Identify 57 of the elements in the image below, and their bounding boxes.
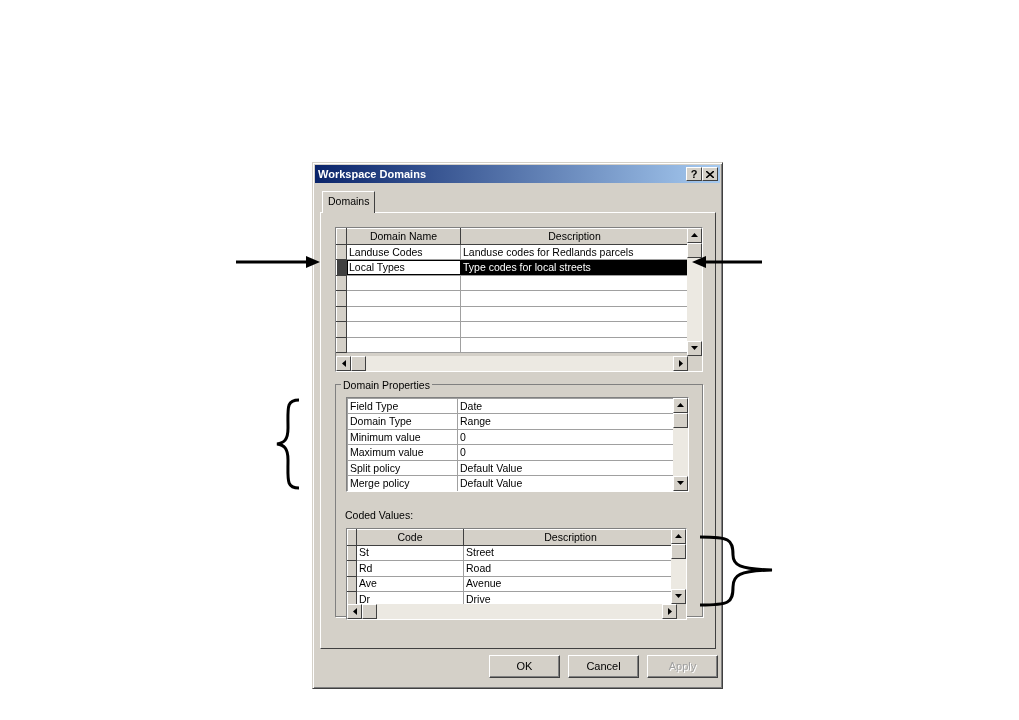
row-header[interactable] xyxy=(347,529,357,545)
table-cell: Rd xyxy=(356,560,464,576)
row-header[interactable] xyxy=(336,244,347,260)
window-title: Workspace Domains xyxy=(318,166,426,182)
dialog-button[interactable]: Cancel xyxy=(568,654,639,678)
close-icon xyxy=(706,170,714,178)
table-cell: Field Type xyxy=(347,398,458,414)
row-header[interactable] xyxy=(336,275,347,291)
scroll-down-button[interactable] xyxy=(673,475,688,491)
row-header[interactable] xyxy=(347,560,357,576)
vertical-scrollbar[interactable] xyxy=(673,397,688,491)
down-arrow-icon xyxy=(691,346,698,351)
scroll-down-button[interactable] xyxy=(687,340,702,356)
row-header[interactable] xyxy=(336,306,347,322)
down-arrow-icon xyxy=(677,481,684,486)
scroll-up-button[interactable] xyxy=(673,397,688,413)
column-header[interactable]: Code xyxy=(356,529,464,545)
scroll-up-button[interactable] xyxy=(671,528,686,544)
table-cell: Split policy xyxy=(347,460,458,476)
pointer-arrow xyxy=(692,255,762,269)
row-header[interactable] xyxy=(347,545,357,561)
left-arrow-icon xyxy=(352,607,357,615)
column-header[interactable]: Description xyxy=(460,228,687,245)
left-arrow-icon xyxy=(341,359,346,367)
up-arrow-icon xyxy=(691,233,698,238)
table-cell: Ave xyxy=(356,576,464,592)
scroll-down-button[interactable] xyxy=(671,588,686,604)
table-cell: Domain Type xyxy=(347,413,458,430)
table-cell: St xyxy=(356,545,464,561)
row-header[interactable] xyxy=(336,337,347,353)
row-header[interactable] xyxy=(336,259,347,276)
down-arrow-icon xyxy=(675,594,682,598)
table-cell: Minimum value xyxy=(347,429,458,445)
table-cell: Landuse Codes xyxy=(346,244,461,260)
right-arrow-icon xyxy=(678,359,683,367)
up-arrow-icon xyxy=(675,534,682,538)
vertical-scrollbar[interactable] xyxy=(687,227,702,356)
row-header[interactable] xyxy=(347,576,357,592)
table-cell: Date xyxy=(457,398,673,414)
table-cell: Local Types xyxy=(346,259,461,276)
coded-values-label: Coded Values: xyxy=(345,507,415,523)
dialog-button[interactable]: OK xyxy=(489,654,560,678)
scroll-up-button[interactable] xyxy=(687,227,702,243)
table-cell: Merge policy xyxy=(347,475,458,491)
row-header[interactable] xyxy=(336,228,347,245)
close-button[interactable] xyxy=(702,167,718,181)
row-header[interactable] xyxy=(347,591,357,604)
help-button[interactable]: ? xyxy=(686,167,702,181)
up-arrow-icon xyxy=(677,403,684,408)
row-header[interactable] xyxy=(336,290,347,307)
table-cell: Maximum value xyxy=(347,444,458,461)
right-arrow-icon xyxy=(667,607,672,615)
row-header[interactable] xyxy=(336,321,347,338)
tab[interactable]: Domains xyxy=(322,191,376,213)
column-header[interactable]: Description xyxy=(463,529,671,545)
column-header[interactable]: Domain Name xyxy=(346,228,461,245)
vertical-scrollbar[interactable] xyxy=(671,528,686,604)
